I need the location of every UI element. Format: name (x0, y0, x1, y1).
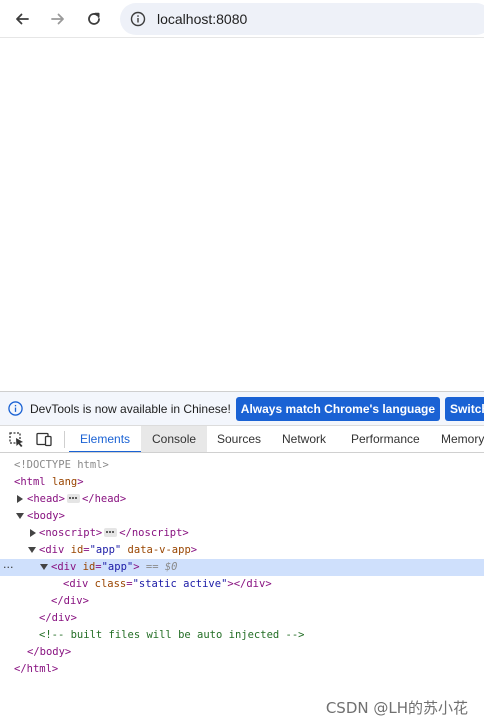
html-open-tag: <html (14, 476, 46, 488)
collapse-triangle-icon[interactable] (28, 547, 36, 553)
html-bracket: > (77, 476, 83, 488)
url-text: localhost:8080 (157, 11, 247, 27)
tab-memory[interactable]: Memory (430, 426, 484, 452)
div-close-tag: </div> (51, 593, 89, 610)
tab-console[interactable]: Console (141, 426, 207, 452)
address-bar[interactable]: localhost:8080 (120, 3, 484, 35)
tab-performance[interactable]: Performance (340, 426, 431, 452)
page-viewport[interactable] (0, 39, 484, 391)
row-more-icon[interactable]: ··· (3, 559, 14, 576)
collapsed-ellipsis-icon[interactable] (67, 494, 80, 503)
data-v-app-attr: data-v-app (128, 544, 191, 556)
div-close-tag: </div> (39, 610, 77, 627)
dom-node-div-app-outer[interactable]: <div id="app" data-v-app> (0, 542, 484, 559)
head-open-tag: <head> (27, 493, 65, 505)
tab-sources[interactable]: Sources (206, 426, 272, 452)
browser-toolbar: localhost:8080 (0, 0, 484, 38)
dom-node-div-static-active[interactable]: <div class="static active"></div> (0, 576, 484, 593)
noscript-open-tag: <noscript> (39, 527, 102, 539)
dom-node-div-close-outer[interactable]: </div> (0, 610, 484, 627)
id-attr: id (71, 544, 84, 556)
div-open-tag: <div (63, 578, 88, 590)
dom-node-div-close-inner[interactable]: </div> (0, 593, 484, 610)
site-info-icon[interactable] (129, 10, 147, 28)
tab-elements[interactable]: Elements (69, 426, 141, 452)
div-close-tag: </div> (234, 578, 272, 590)
id-attr: id (83, 561, 96, 573)
reload-button[interactable] (81, 7, 107, 31)
expand-triangle-icon[interactable] (17, 495, 23, 503)
reload-icon (86, 11, 102, 27)
dom-node-head[interactable]: <head> </head> (0, 491, 484, 508)
watermark: CSDN @LH的苏小花 (326, 697, 468, 718)
noscript-close-tag: </noscript> (119, 527, 189, 539)
device-toolbar-icon[interactable] (35, 431, 53, 448)
dom-node-html[interactable]: <html lang> (0, 474, 484, 491)
dom-node-noscript[interactable]: <noscript> </noscript> (0, 525, 484, 542)
dom-node-doctype[interactable]: <!DOCTYPE html> (0, 457, 484, 474)
selected-node-marker: == $0 (146, 561, 178, 573)
always-match-language-button[interactable]: Always match Chrome's language (236, 397, 440, 421)
expand-triangle-icon[interactable] (30, 529, 36, 537)
dom-node-div-app-selected[interactable]: ··· <div id="app"> == $0 (0, 559, 484, 576)
inspect-element-icon[interactable] (8, 431, 26, 448)
back-button[interactable] (9, 7, 35, 31)
switch-devtools-language-button[interactable]: Switch Dev (445, 397, 484, 421)
class-attr: class (95, 578, 127, 590)
id-value: "app" (102, 561, 134, 573)
collapse-triangle-icon[interactable] (40, 564, 48, 570)
dom-node-body[interactable]: <body> (0, 508, 484, 525)
forward-button[interactable] (45, 7, 71, 31)
head-close-tag: </head> (82, 493, 126, 505)
dom-node-comment[interactable]: <!-- built files will be auto injected -… (0, 627, 484, 644)
back-arrow-icon (14, 11, 30, 27)
dom-node-body-close[interactable]: </body> (0, 644, 484, 661)
div-open-tag: <div (51, 561, 76, 573)
div-bracket: > (133, 561, 139, 573)
devtools-tabbar: Elements Console Sources Network Perform… (0, 426, 484, 453)
class-value: "static active" (133, 578, 228, 590)
html-lang-attr: lang (52, 476, 77, 488)
body-close-tag: </body> (27, 644, 71, 661)
dom-tree: <!DOCTYPE html> <html lang> <head></head… (0, 454, 484, 727)
html-close-tag: </html> (14, 661, 58, 678)
collapsed-ellipsis-icon[interactable] (104, 528, 117, 537)
div-bracket: > (191, 544, 197, 556)
collapse-triangle-icon[interactable] (16, 513, 24, 519)
doctype-text: <!DOCTYPE html> (14, 457, 109, 474)
devtools-panel: DevTools is now available in Chinese! Al… (0, 391, 484, 726)
infobar-message: DevTools is now available in Chinese! (30, 402, 231, 416)
toolbar-divider (64, 431, 65, 448)
info-icon (8, 401, 23, 416)
dom-node-html-close[interactable]: </html> (0, 661, 484, 678)
div-open-tag: <div (39, 544, 64, 556)
forward-arrow-icon (50, 11, 66, 27)
body-open-tag: <body> (27, 508, 65, 525)
language-infobar: DevTools is now available in Chinese! Al… (0, 392, 484, 426)
id-value: "app" (90, 544, 122, 556)
html-comment: <!-- built files will be auto injected -… (39, 627, 305, 644)
tab-network[interactable]: Network (271, 426, 337, 452)
